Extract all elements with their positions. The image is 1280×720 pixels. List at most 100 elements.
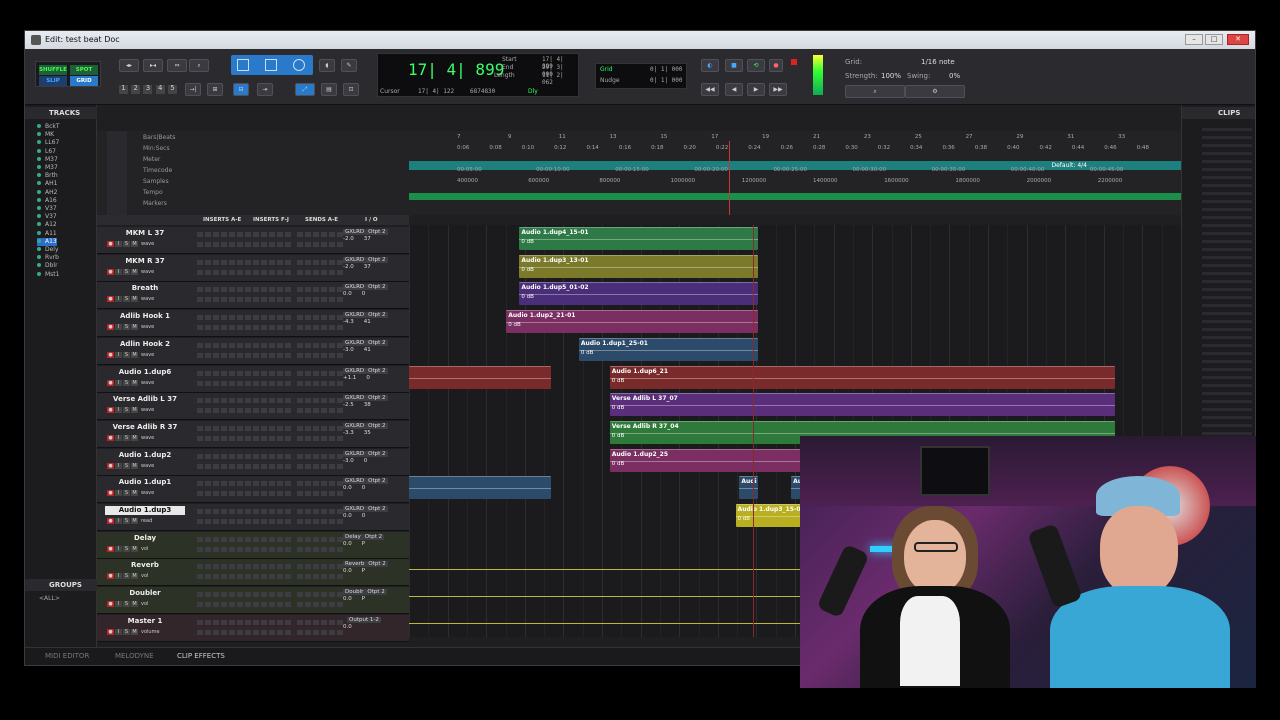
insert-slot[interactable] bbox=[305, 574, 311, 580]
insert-slot[interactable] bbox=[277, 629, 283, 635]
track-output-selector[interactable]: Otpt 2 bbox=[366, 284, 388, 291]
insert-slot[interactable] bbox=[213, 297, 219, 303]
insert-slot[interactable] bbox=[213, 287, 219, 293]
insert-slot[interactable] bbox=[297, 398, 303, 404]
insert-slot[interactable] bbox=[305, 287, 311, 293]
audio-clip[interactable]: Audio 1.dup6_21 0 dB bbox=[609, 365, 1115, 389]
track-output-selector[interactable]: Otpt 2 bbox=[362, 533, 385, 540]
insert-slot[interactable] bbox=[213, 342, 219, 348]
track-show-dot-icon[interactable] bbox=[37, 263, 41, 268]
insert-slot[interactable] bbox=[329, 315, 335, 321]
solo-button[interactable]: S bbox=[123, 628, 130, 635]
insert-slot[interactable] bbox=[329, 269, 335, 275]
track-pan[interactable]: 37 bbox=[364, 264, 371, 270]
insert-slot[interactable] bbox=[261, 287, 267, 293]
input-monitor-button[interactable]: I bbox=[115, 601, 122, 608]
audio-clip[interactable] bbox=[409, 365, 552, 389]
maximize-button[interactable]: □ bbox=[1205, 34, 1223, 45]
insert-slot[interactable] bbox=[229, 242, 235, 247]
scrubber-tool-icon[interactable]: ◖ bbox=[319, 59, 335, 72]
insert-slot[interactable] bbox=[285, 435, 291, 441]
insert-slot[interactable] bbox=[221, 325, 227, 331]
insert-slot[interactable] bbox=[313, 519, 319, 524]
record-enable-button[interactable]: ● bbox=[107, 573, 114, 580]
zoom-in-icon[interactable]: ▸◂ bbox=[143, 59, 163, 72]
insert-slot[interactable] bbox=[313, 481, 319, 487]
insert-slot[interactable] bbox=[285, 574, 291, 580]
track-pan[interactable]: 38 bbox=[364, 402, 371, 408]
clip-gain[interactable]: 0 dB bbox=[612, 433, 625, 439]
solo-button[interactable]: S bbox=[123, 518, 130, 524]
groups-all-item[interactable]: <ALL> bbox=[39, 595, 60, 602]
sends-slots[interactable] bbox=[297, 369, 343, 389]
mute-button[interactable]: M bbox=[131, 490, 138, 497]
track-name[interactable]: Audio 1.dup6 bbox=[105, 368, 185, 377]
insert-slot[interactable] bbox=[285, 619, 291, 625]
insert-slot[interactable] bbox=[297, 619, 303, 625]
insert-slot[interactable] bbox=[285, 425, 291, 431]
insert-slot[interactable] bbox=[229, 463, 235, 469]
insert-slot[interactable] bbox=[261, 481, 267, 487]
spot-mode-button[interactable]: SPOT bbox=[70, 65, 98, 75]
insert-slot[interactable] bbox=[229, 297, 235, 303]
zoom-toggle-icon[interactable]: ⇔ bbox=[167, 59, 187, 72]
insert-slot[interactable] bbox=[213, 232, 219, 237]
insert-slot[interactable] bbox=[269, 519, 275, 524]
insert-slot[interactable] bbox=[321, 287, 327, 293]
insert-slot[interactable] bbox=[297, 491, 303, 497]
track-output-selector[interactable]: Otpt 2 bbox=[366, 422, 388, 429]
insert-slot[interactable] bbox=[253, 463, 259, 469]
insert-slot[interactable] bbox=[321, 592, 327, 598]
insert-slot[interactable] bbox=[205, 602, 211, 608]
insert-slot[interactable] bbox=[285, 259, 291, 265]
insert-slot[interactable] bbox=[305, 619, 311, 625]
insert-slot[interactable] bbox=[261, 425, 267, 431]
insert-slot[interactable] bbox=[297, 232, 303, 237]
insert-slot[interactable] bbox=[261, 232, 267, 237]
zoom-preset-1[interactable]: 1 bbox=[119, 85, 128, 94]
insert-slot[interactable] bbox=[285, 463, 291, 469]
insert-slot[interactable] bbox=[229, 370, 235, 376]
insert-slot[interactable] bbox=[297, 574, 303, 580]
track-row[interactable]: Audio 1.dup2 ● I S Mwave GXLRD Otpt 2 -3.0 0 bbox=[97, 448, 409, 476]
insert-slot[interactable] bbox=[245, 297, 251, 303]
insert-slot[interactable] bbox=[261, 546, 267, 552]
insert-slot[interactable] bbox=[261, 325, 267, 331]
track-show-dot-icon[interactable] bbox=[37, 206, 41, 210]
insert-slot[interactable] bbox=[321, 536, 327, 542]
track-output-selector[interactable]: Otpt 2 bbox=[366, 256, 388, 263]
insert-slot[interactable] bbox=[269, 259, 275, 265]
insert-slot[interactable] bbox=[245, 370, 251, 376]
insert-slot[interactable] bbox=[213, 259, 219, 265]
record-enable-button[interactable]: ● bbox=[107, 490, 114, 497]
insert-slot[interactable] bbox=[197, 297, 203, 303]
insert-slot[interactable] bbox=[245, 453, 251, 459]
clip-gain[interactable]: 0 dB bbox=[581, 350, 594, 356]
insert-slot[interactable] bbox=[213, 564, 219, 570]
track-row[interactable]: MKM R 37 ● I S Mwave GXLRD Otpt 2 -2.0 37 bbox=[97, 254, 409, 282]
insert-slot[interactable] bbox=[277, 519, 283, 524]
insert-slot[interactable] bbox=[253, 509, 259, 514]
insert-slot[interactable] bbox=[313, 453, 319, 459]
sends-slots[interactable] bbox=[297, 535, 343, 555]
insert-slot[interactable] bbox=[237, 259, 243, 265]
keyboard-focus-icon[interactable]: ▤ bbox=[321, 83, 337, 96]
tracks-list-item[interactable]: V37 bbox=[37, 205, 57, 213]
tab-to-transient-icon[interactable]: →| bbox=[185, 83, 201, 96]
input-monitor-button[interactable]: I bbox=[115, 268, 122, 275]
insert-slot[interactable] bbox=[305, 398, 311, 404]
insert-slot[interactable] bbox=[297, 370, 303, 376]
dly-label[interactable]: Dly bbox=[528, 88, 538, 95]
insert-slot[interactable] bbox=[321, 491, 327, 497]
insert-slot[interactable] bbox=[221, 425, 227, 431]
record-enable-button[interactable]: ● bbox=[107, 379, 114, 386]
insert-slot[interactable] bbox=[197, 352, 203, 358]
insert-slot[interactable] bbox=[213, 269, 219, 275]
track-name[interactable]: Audio 1.dup2 bbox=[105, 451, 185, 460]
insert-slot[interactable] bbox=[197, 619, 203, 625]
insert-slot[interactable] bbox=[253, 380, 259, 386]
insert-slot[interactable] bbox=[245, 509, 251, 514]
insert-slot[interactable] bbox=[245, 629, 251, 635]
insert-slot[interactable] bbox=[285, 519, 291, 524]
audio-clip[interactable]: Audio 1.dup2_21-01 0 dB bbox=[506, 310, 758, 334]
